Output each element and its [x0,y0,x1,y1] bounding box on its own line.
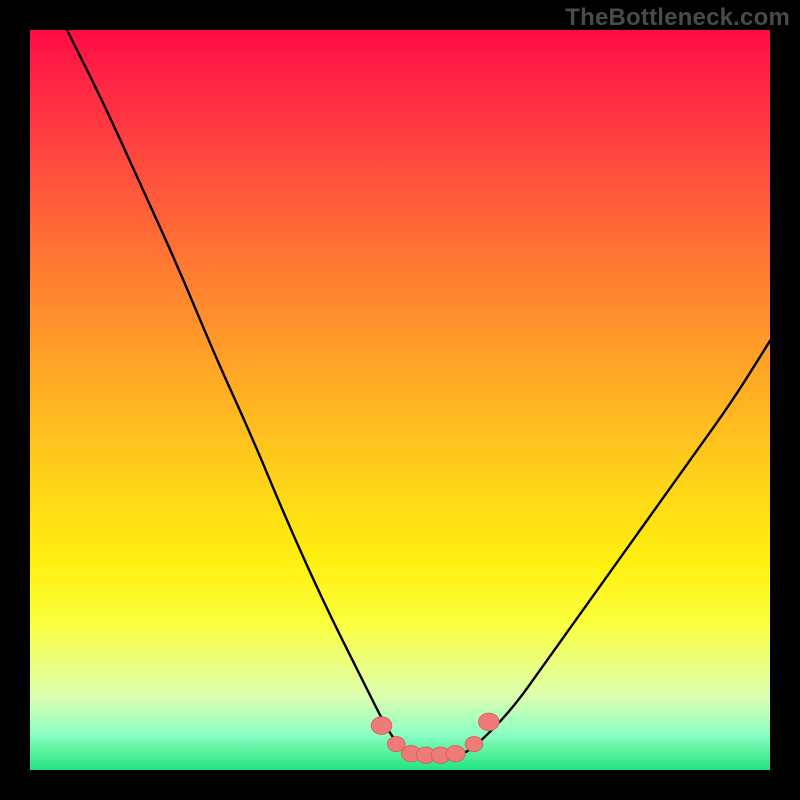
curve-markers [371,713,499,763]
curve-svg [30,30,770,770]
watermark-text: TheBottleneck.com [565,4,790,32]
plot-area [30,30,770,770]
curve-marker [446,746,465,762]
curve-marker [371,717,392,735]
curve-marker [465,737,483,752]
chart-frame: TheBottleneck.com [0,0,800,800]
bottleneck-curve [30,30,770,755]
curve-marker [478,713,499,731]
